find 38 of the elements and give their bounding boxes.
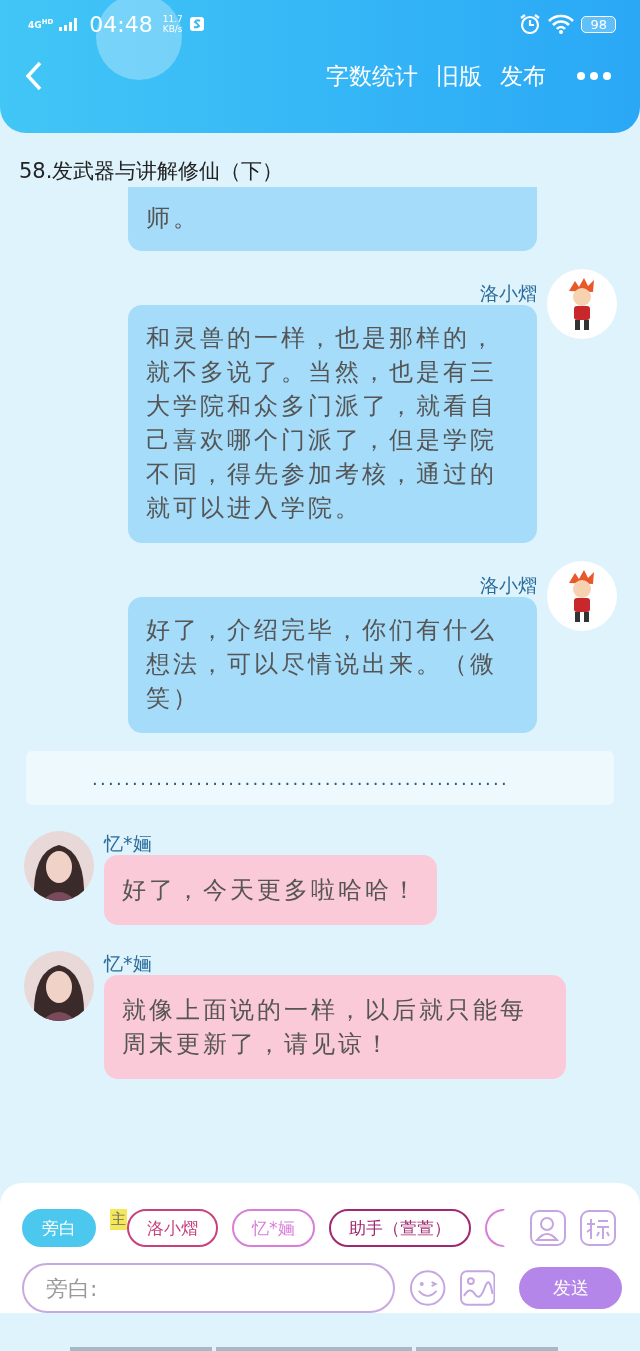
- network-speed: 11.7: [162, 14, 183, 24]
- header-action[interactable]: 旧版: [436, 60, 482, 92]
- wifi-icon: [547, 14, 576, 34]
- more-icon[interactable]: [576, 71, 612, 81]
- send-button[interactable]: 发送: [519, 1267, 622, 1309]
- header-action[interactable]: 字数统计: [326, 60, 418, 92]
- avatar: [547, 269, 617, 339]
- role-chip[interactable]: 忆*婳: [232, 1209, 315, 1247]
- cellular-signal: 4G$^{HD}$: [28, 18, 54, 30]
- tag-icon[interactable]: [580, 1210, 616, 1246]
- host-badge: 主: [110, 1209, 127, 1230]
- message-bubble: 好了，今天更多啦哈哈！: [104, 855, 437, 925]
- sender-name: 忆*婳: [104, 831, 153, 855]
- role-chip[interactable]: 洛小熠: [127, 1209, 218, 1247]
- role-chip[interactable]: [484, 1209, 505, 1247]
- emoji-icon[interactable]: [408, 1269, 447, 1307]
- image-icon[interactable]: [460, 1270, 496, 1306]
- sender-name: 洛小熠: [479, 281, 537, 305]
- message-bubble: 和灵兽的一样，也是那样的，就不多说了。当然，也是有三大学院和众多门派了，就看自己喜欢哪个门派了，但是学院不同，得先参加考核，通过的就可以进入学院。: [128, 305, 537, 543]
- narration-text: ....................................................: [26, 751, 614, 805]
- role-chip[interactable]: 旁白: [22, 1209, 96, 1247]
- sender-name: 洛小熠: [479, 573, 537, 597]
- message-bubble: 好了，介绍完毕，你们有什么想法，可以尽情说出来。（微笑）: [128, 597, 537, 733]
- message-bubble: 师。: [128, 187, 537, 251]
- sender-name: 忆*婳: [104, 951, 153, 975]
- contact-icon[interactable]: [530, 1210, 566, 1246]
- clock-time: 04:48: [89, 11, 153, 37]
- role-chip[interactable]: 助手（萱萱）: [328, 1209, 471, 1247]
- chapter-title: 58.发武器与讲解修仙（下）: [18, 158, 285, 185]
- message-bubble: 就像上面说的一样，以后就只能每周末更新了，请见谅！: [104, 975, 566, 1079]
- message-input[interactable]: 旁白:: [22, 1263, 395, 1313]
- battery-level: 98: [581, 15, 616, 33]
- alarm-icon: [519, 13, 542, 35]
- speed-unit: KB/s: [162, 24, 183, 34]
- back-icon[interactable]: [24, 60, 44, 92]
- app-notification-icon: [188, 15, 207, 33]
- header-action[interactable]: 发布: [500, 60, 546, 92]
- avatar: [547, 561, 617, 631]
